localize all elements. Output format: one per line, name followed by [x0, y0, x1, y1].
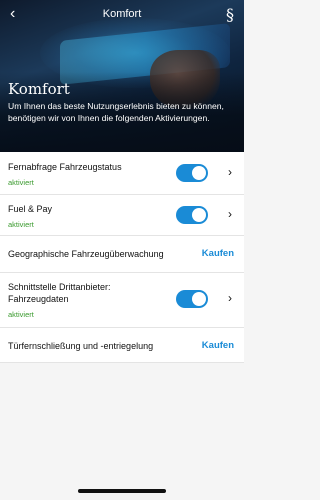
item-label: Fernabfrage Fahrzeugstatus: [8, 162, 122, 172]
hero-description: Um Ihnen das beste Nutzungserlebnis biet…: [8, 101, 224, 123]
item-label: Fuel & Pay: [8, 204, 53, 214]
toggle-knob: [192, 292, 206, 306]
list-item-tuerfernschliessung[interactable]: Türfernschließung und -entriegelung Kauf…: [0, 328, 244, 363]
buy-link[interactable]: Kaufen: [202, 248, 234, 259]
status-badge: aktiviert: [8, 178, 34, 187]
services-list: Fernabfrage Fahrzeugstatus aktiviert › F…: [0, 152, 244, 363]
chevron-right-icon[interactable]: ›: [228, 165, 232, 179]
toggle-switch[interactable]: [176, 290, 208, 308]
chevron-right-icon[interactable]: ›: [228, 207, 232, 221]
toggle-knob: [192, 208, 206, 222]
status-badge: aktiviert: [8, 310, 34, 319]
chevron-right-icon[interactable]: ›: [228, 291, 232, 305]
toggle-knob: [192, 166, 206, 180]
toggle-switch[interactable]: [176, 206, 208, 224]
list-item-schnittstelle-drittanbieter[interactable]: Schnittstelle Drittanbieter: Fahrzeugdat…: [0, 273, 244, 328]
item-label: Schnittstelle Drittanbieter: Fahrzeugdat…: [8, 282, 111, 304]
home-indicator: [78, 489, 166, 493]
toggle-switch[interactable]: [176, 164, 208, 182]
hero-title: Komfort: [8, 80, 70, 98]
list-item-fernabfrage[interactable]: Fernabfrage Fahrzeugstatus aktiviert ›: [0, 152, 244, 195]
item-label: Türfernschließung und -entriegelung: [8, 341, 154, 351]
status-badge: aktiviert: [8, 220, 34, 229]
top-navigation-bar: ‹ Komfort §: [0, 0, 244, 30]
list-item-geographische-ueberwachung[interactable]: Geographische Fahrzeugüberwachung Kaufen: [0, 236, 244, 273]
page-title: Komfort: [102, 8, 142, 20]
buy-link[interactable]: Kaufen: [202, 340, 234, 351]
item-label: Geographische Fahrzeugüberwachung: [8, 249, 164, 259]
paragraph-icon[interactable]: §: [226, 5, 234, 24]
list-item-fuel-pay[interactable]: Fuel & Pay aktiviert ›: [0, 195, 244, 236]
